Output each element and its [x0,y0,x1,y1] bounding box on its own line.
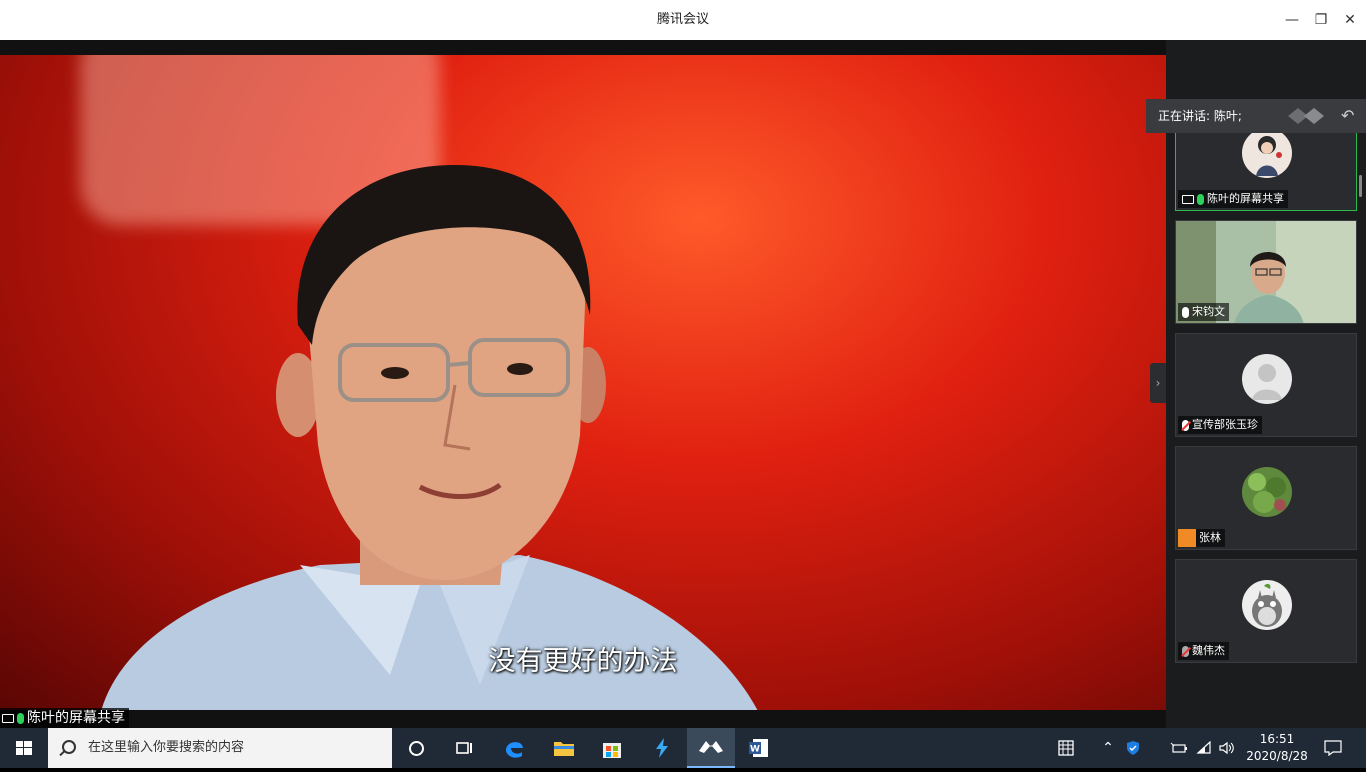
minimize-button[interactable]: — [1278,6,1306,34]
start-button[interactable] [0,728,48,768]
participant-tile[interactable]: 魏伟杰 [1175,559,1357,663]
back-icon[interactable]: ↶ [1341,99,1354,133]
tool-icon[interactable] [638,728,686,768]
microphone-muted-icon [1182,419,1189,431]
participant-tile[interactable]: 张林 [1175,446,1357,550]
restore-button[interactable]: ❐ [1307,6,1335,34]
screen-share-icon [1182,194,1194,204]
clock-date: 2020/8/28 [1246,749,1308,763]
notification-center-icon[interactable] [1320,728,1346,768]
title-bar: 腾讯会议 — ❐ ✕ [0,0,1366,40]
windows-taskbar: 在这里输入你要搜索的内容 W ⌃ 16:51 2020/8/28 [0,728,1366,768]
woman-illustration-icon [1242,128,1292,178]
plant-icon [1242,467,1292,517]
collapse-sidebar-button[interactable]: › [1150,363,1166,403]
search-icon [62,740,76,754]
windows-logo-icon [16,741,32,755]
tencent-meeting-logo-icon [1288,108,1324,124]
security-shield-icon[interactable] [1122,728,1144,768]
microphone-muted-icon [1182,645,1189,657]
microphone-icon [17,712,24,724]
speaking-text: 正在讲话: 陈叶; [1158,109,1242,123]
speaking-indicator: 正在讲话: 陈叶; ↶ [1146,99,1366,133]
word-icon[interactable]: W [735,728,783,768]
edge-icon[interactable] [490,728,538,768]
tencent-meeting-icon[interactable] [687,728,735,768]
participant-name: 宋钧文 [1192,305,1225,318]
participant-name: 张林 [1199,531,1221,544]
screen-share-icon [2,713,14,723]
svg-text:W: W [750,745,760,755]
screen-share-owner: 陈叶的屏幕共享 [27,710,125,726]
microphone-icon [1182,306,1189,318]
participant-name: 陈叶的屏幕共享 [1207,192,1284,205]
battery-icon[interactable] [1168,728,1190,768]
close-button[interactable]: ✕ [1336,6,1364,34]
user-avatar-icon [1178,529,1196,547]
search-placeholder: 在这里输入你要搜索的内容 [88,740,245,755]
sidebar-scrollbar[interactable] [1359,175,1362,197]
file-explorer-icon[interactable] [540,728,588,768]
microphone-icon [1197,193,1204,205]
meeting-stage: 没有更好的办法 陈叶的屏幕共享 › 陈叶的屏幕共享 宋钧文 宣传部张玉珍 张林 … [0,40,1366,728]
participant-tile[interactable]: 宋钧文 [1175,220,1357,324]
cortana-icon[interactable] [392,728,440,768]
store-icon[interactable] [588,728,636,768]
task-view-icon[interactable] [440,728,488,768]
system-clock[interactable]: 16:51 2020/8/28 [1238,731,1316,765]
speaker-figure [101,165,758,710]
screen-share-label: 陈叶的屏幕共享 [0,708,129,728]
clock-time: 16:51 [1259,732,1295,746]
default-person-icon [1242,354,1292,404]
volume-icon[interactable] [1216,728,1238,768]
participant-name: 宣传部张玉珍 [1192,418,1258,431]
participant-tile[interactable]: 宣传部张玉珍 [1175,333,1357,437]
wifi-icon[interactable] [1194,728,1216,768]
video-subtitle: 没有更好的办法 [488,646,678,677]
window-title: 腾讯会议 [656,12,709,27]
shared-screen-video[interactable]: 没有更好的办法 [0,55,1166,710]
input-method-icon[interactable] [1055,728,1077,768]
show-hidden-icons-icon[interactable]: ⌃ [1098,728,1118,768]
taskbar-search-box[interactable]: 在这里输入你要搜索的内容 [48,728,392,768]
participant-name: 魏伟杰 [1192,644,1225,657]
totoro-icon [1242,580,1292,630]
